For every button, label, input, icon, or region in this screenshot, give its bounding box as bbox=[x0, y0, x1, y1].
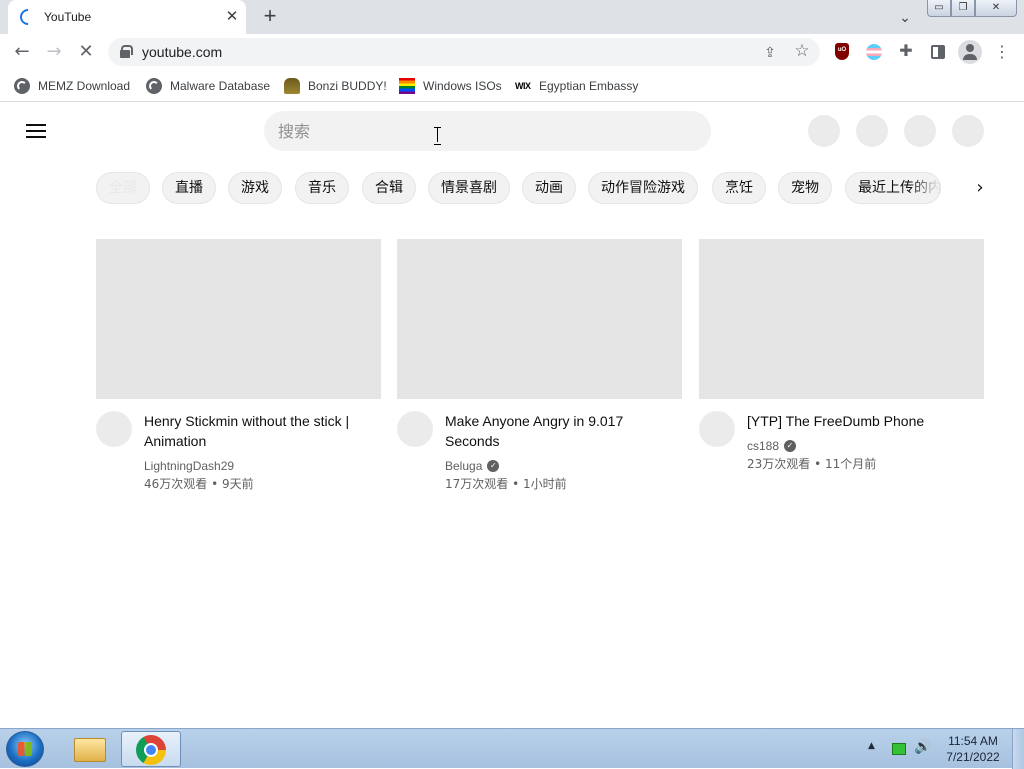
guide-menu-icon[interactable] bbox=[26, 124, 46, 138]
profile-avatar-icon[interactable] bbox=[958, 40, 982, 64]
topbar-placeholder-icon[interactable] bbox=[808, 115, 840, 147]
ublock-origin-icon[interactable]: uO bbox=[832, 42, 852, 62]
chip-animation[interactable]: 动画 bbox=[522, 172, 576, 204]
window-controls: ▭ ❐ ✕ bbox=[927, 0, 1017, 18]
chip-action-adventure-games[interactable]: 动作冒险游戏 bbox=[588, 172, 698, 204]
lock-icon[interactable] bbox=[120, 45, 133, 58]
bookmark-label: Malware Database bbox=[170, 79, 271, 93]
start-button[interactable] bbox=[6, 731, 44, 767]
clock-time: 11:54 AM bbox=[948, 734, 998, 748]
bookmarks-bar: MEMZ Download Malware Database Bonzi BUD… bbox=[0, 70, 1024, 102]
browser-toolbar: ← → ✕ youtube.com ⇪ ☆ uO ✚ ⋮ bbox=[0, 34, 1024, 70]
chip-live[interactable]: 直播 bbox=[162, 172, 216, 204]
minimize-button[interactable]: ▭ bbox=[927, 0, 951, 17]
tab-title: YouTube bbox=[44, 10, 92, 24]
back-button[interactable]: ← bbox=[8, 38, 36, 66]
bookmark-malware-database[interactable]: Malware Database bbox=[146, 76, 270, 96]
chips-next-button[interactable]: › bbox=[970, 175, 990, 201]
video-thumbnail[interactable] bbox=[699, 239, 984, 399]
topbar-placeholder-icon[interactable] bbox=[904, 115, 936, 147]
bookmark-egyptian-embassy[interactable]: WIX Egyptian Embassy bbox=[515, 76, 638, 96]
globe-icon bbox=[14, 78, 30, 94]
bookmark-label: Windows ISOs bbox=[423, 79, 502, 93]
channel-name[interactable]: cs188 ✓ bbox=[747, 437, 797, 455]
bookmark-label: MEMZ Download bbox=[38, 79, 131, 93]
share-icon[interactable]: ⇪ bbox=[760, 42, 780, 62]
address-bar[interactable]: youtube.com ⇪ ☆ bbox=[108, 38, 820, 66]
chip-music[interactable]: 音乐 bbox=[295, 172, 349, 204]
rainbow-flag-icon bbox=[399, 78, 415, 94]
show-hidden-icons-icon[interactable]: ▲ bbox=[868, 741, 875, 751]
verified-badge-icon: ✓ bbox=[784, 440, 797, 452]
search-box[interactable] bbox=[264, 111, 711, 151]
bookmark-label: Bonzi BUDDY! bbox=[308, 79, 387, 93]
video-title[interactable]: [YTP] The FreeDumb Phone bbox=[747, 411, 979, 431]
tab-close-button[interactable]: ✕ bbox=[222, 7, 242, 27]
volume-icon[interactable]: 🔊 bbox=[914, 739, 931, 755]
tab-search-button[interactable]: ⌄ bbox=[894, 7, 916, 27]
video-thumbnail[interactable] bbox=[96, 239, 381, 399]
bookmark-bonzi-buddy[interactable]: Bonzi BUDDY! bbox=[284, 76, 387, 96]
video-meta: 17万次观看 • 1小时前 bbox=[445, 477, 567, 491]
chrome-taskbar-button[interactable] bbox=[121, 731, 181, 767]
new-tab-button[interactable]: + bbox=[258, 5, 282, 29]
windows-taskbar: ▲ 🔊 11:54 AM 7/21/2022 bbox=[0, 728, 1024, 769]
video-meta: 23万次观看 • 11个月前 bbox=[747, 457, 877, 471]
video-card[interactable]: Make Anyone Angry in 9.017 Seconds Belug… bbox=[397, 239, 682, 491]
loading-spinner-icon bbox=[16, 5, 40, 29]
channel-name-text[interactable]: cs188 bbox=[747, 437, 779, 455]
stop-loading-button[interactable]: ✕ bbox=[72, 38, 100, 66]
bookmark-label: Egyptian Embassy bbox=[539, 79, 639, 93]
bookmark-star-icon[interactable]: ☆ bbox=[792, 41, 812, 61]
chrome-menu-icon[interactable]: ⋮ bbox=[992, 42, 1012, 62]
video-thumbnail[interactable] bbox=[397, 239, 682, 399]
chip-recently-uploaded[interactable]: 最近上传的内 bbox=[845, 172, 941, 204]
video-meta: 46万次观看 • 9天前 bbox=[144, 477, 254, 491]
channel-name[interactable]: LightningDash29 bbox=[144, 457, 234, 475]
chip-mixes[interactable]: 合辑 bbox=[362, 172, 416, 204]
channel-avatar[interactable] bbox=[397, 411, 433, 447]
video-card[interactable]: [YTP] The FreeDumb Phone cs188 ✓ 23万次观看 … bbox=[699, 239, 984, 471]
video-title[interactable]: Make Anyone Angry in 9.017 Seconds bbox=[445, 411, 677, 451]
show-desktop-button[interactable] bbox=[1012, 729, 1024, 769]
verified-badge-icon: ✓ bbox=[487, 460, 500, 472]
channel-name-text[interactable]: Beluga bbox=[445, 457, 482, 475]
text-cursor-icon bbox=[434, 127, 442, 145]
channel-name[interactable]: Beluga ✓ bbox=[445, 457, 500, 475]
channel-avatar[interactable] bbox=[96, 411, 132, 447]
video-title[interactable]: Henry Stickmin without the stick | Anima… bbox=[144, 411, 376, 451]
chip-gaming[interactable]: 游戏 bbox=[228, 172, 282, 204]
system-clock[interactable]: 11:54 AM 7/21/2022 bbox=[940, 733, 1006, 765]
restore-button[interactable]: ❐ bbox=[951, 0, 975, 17]
youtube-page: 全部 直播 游戏 音乐 合辑 情景喜剧 动画 动作冒险游戏 烹饪 宠物 最近上传… bbox=[0, 103, 1024, 728]
tab-youtube[interactable]: YouTube ✕ bbox=[8, 0, 246, 34]
chrome-icon bbox=[136, 735, 166, 765]
bookmark-memz[interactable]: MEMZ Download bbox=[14, 76, 130, 96]
url-text[interactable]: youtube.com bbox=[142, 44, 222, 60]
channel-avatar[interactable] bbox=[699, 411, 735, 447]
chip-all[interactable]: 全部 bbox=[96, 172, 150, 204]
chip-sitcoms[interactable]: 情景喜剧 bbox=[428, 172, 510, 204]
chip-cooking[interactable]: 烹饪 bbox=[712, 172, 766, 204]
chip-pets[interactable]: 宠物 bbox=[778, 172, 832, 204]
clock-date: 7/21/2022 bbox=[946, 750, 1000, 764]
side-panel-icon[interactable] bbox=[928, 42, 948, 62]
extensions-puzzle-icon[interactable]: ✚ bbox=[896, 42, 916, 62]
video-card[interactable]: Henry Stickmin without the stick | Anima… bbox=[96, 239, 381, 491]
search-input[interactable] bbox=[278, 111, 698, 151]
forward-button[interactable]: → bbox=[40, 38, 68, 66]
extension-flag-icon[interactable] bbox=[864, 42, 884, 62]
close-window-button[interactable]: ✕ bbox=[975, 0, 1017, 17]
tab-strip: YouTube ✕ + ⌄ ▭ ❐ ✕ bbox=[0, 0, 1024, 34]
channel-name-text[interactable]: LightningDash29 bbox=[144, 457, 234, 475]
topbar-placeholder-icon[interactable] bbox=[856, 115, 888, 147]
category-chips: 全部 直播 游戏 音乐 合辑 情景喜剧 动画 动作冒险游戏 烹饪 宠物 最近上传… bbox=[96, 172, 966, 204]
bonzi-icon bbox=[284, 78, 300, 94]
topbar-placeholder-icon[interactable] bbox=[952, 115, 984, 147]
file-explorer-taskbar-icon[interactable] bbox=[66, 732, 114, 766]
globe-icon bbox=[146, 78, 162, 94]
bookmark-windows-isos[interactable]: Windows ISOs bbox=[399, 76, 502, 96]
network-icon[interactable] bbox=[892, 743, 906, 755]
wix-icon: WIX bbox=[515, 81, 531, 91]
